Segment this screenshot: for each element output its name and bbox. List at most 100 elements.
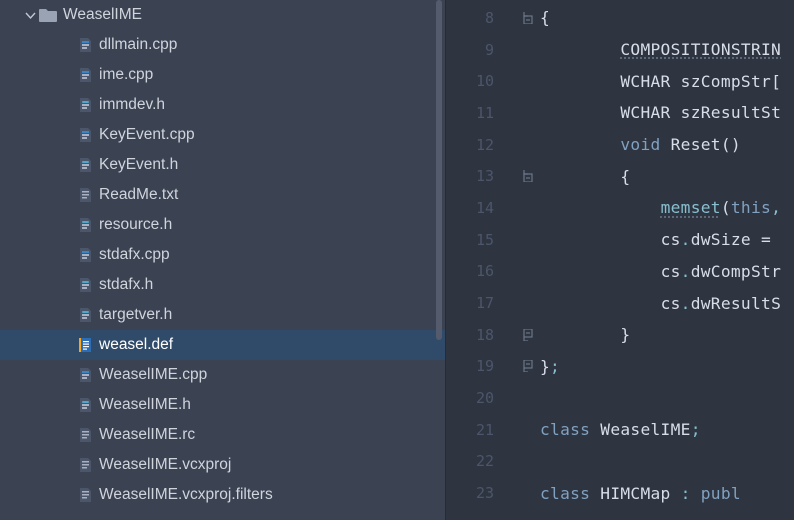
tree-item[interactable]: KeyEvent.cpp	[0, 120, 445, 150]
code-area[interactable]: { COMPOSITIONSTRIN WCHAR szCompStr[ WCHA…	[540, 0, 794, 520]
tree-item[interactable]: targetver.h	[0, 300, 445, 330]
code-line[interactable]: class WeaselIME;	[540, 414, 794, 446]
fold-marker	[516, 192, 540, 224]
line-number: 11	[446, 97, 516, 129]
cpp-file-icon	[77, 127, 93, 143]
code-line[interactable]: void Reset()	[540, 129, 794, 161]
tree-item[interactable]: resource.h	[0, 210, 445, 240]
code-line[interactable]: cs.dwCompStr	[540, 256, 794, 288]
project-tree[interactable]: WeaselIME dllmain.cpp ime.cpp immdev.h KeyE…	[0, 0, 445, 520]
tree-item[interactable]: ReadMe.txt	[0, 180, 445, 210]
txt-file-icon	[77, 187, 93, 203]
tree-item-label: stdafx.cpp	[99, 246, 170, 264]
tree-item[interactable]: WeaselIME.rc	[0, 420, 445, 450]
tree-item-label: dllmain.cpp	[99, 36, 177, 54]
code-line[interactable]: {	[540, 2, 794, 34]
tree-item-label: ReadMe.txt	[99, 186, 178, 204]
gutter: 891011121314151617181920212223	[446, 0, 516, 520]
tree-item-label: stdafx.h	[99, 276, 153, 294]
tree-item-label: weasel.def	[99, 336, 173, 354]
tree-item[interactable]: ime.cpp	[0, 60, 445, 90]
line-number: 22	[446, 446, 516, 478]
def-file-icon	[77, 337, 93, 353]
tree-item[interactable]: weasel.def	[0, 330, 445, 360]
code-line[interactable]: WCHAR szCompStr[	[540, 65, 794, 97]
tree-folder-weaselime[interactable]: WeaselIME	[0, 0, 445, 30]
fold-marker	[516, 224, 540, 256]
tree-item-label: immdev.h	[99, 96, 165, 114]
line-number: 19	[446, 351, 516, 383]
cpp-file-icon	[77, 247, 93, 263]
txt-file-icon	[77, 487, 93, 503]
code-editor[interactable]: 891011121314151617181920212223 { COMPOSI…	[445, 0, 794, 520]
cpp-file-icon	[77, 367, 93, 383]
tree-item[interactable]: dllmain.cpp	[0, 30, 445, 60]
fold-column[interactable]	[516, 0, 540, 520]
line-number: 15	[446, 224, 516, 256]
tree-item[interactable]: stdafx.cpp	[0, 240, 445, 270]
h-file-icon	[77, 217, 93, 233]
h-file-icon	[77, 277, 93, 293]
code-line[interactable]: };	[540, 351, 794, 383]
line-number: 14	[446, 192, 516, 224]
tree-item[interactable]: WeaselIME.cpp	[0, 360, 445, 390]
fold-marker	[516, 256, 540, 288]
line-number: 10	[446, 65, 516, 97]
fold-marker[interactable]	[516, 319, 540, 351]
line-number: 20	[446, 382, 516, 414]
sidebar-scrollbar[interactable]	[436, 0, 442, 340]
fold-marker	[516, 477, 540, 509]
h-file-icon	[77, 307, 93, 323]
line-number: 9	[446, 34, 516, 66]
code-line[interactable]	[540, 382, 794, 414]
line-number: 17	[446, 287, 516, 319]
line-number: 8	[446, 2, 516, 34]
h-file-icon	[77, 157, 93, 173]
folder-icon	[39, 8, 57, 22]
cpp-file-icon	[77, 67, 93, 83]
tree-item-label: KeyEvent.h	[99, 156, 178, 174]
code-line[interactable]: cs.dwResultS	[540, 287, 794, 319]
fold-marker	[516, 414, 540, 446]
line-number: 16	[446, 256, 516, 288]
tree-item[interactable]: immdev.h	[0, 90, 445, 120]
fold-marker	[516, 382, 540, 414]
fold-marker	[516, 287, 540, 319]
fold-marker[interactable]	[516, 351, 540, 383]
code-line[interactable]: cs.dwSize =	[540, 224, 794, 256]
code-line[interactable]: }	[540, 319, 794, 351]
fold-marker	[516, 97, 540, 129]
code-line[interactable]: {	[540, 160, 794, 192]
cpp-file-icon	[77, 37, 93, 53]
code-line[interactable]	[540, 446, 794, 478]
tree-item-label: WeaselIME.rc	[99, 426, 195, 444]
fold-marker	[516, 129, 540, 161]
h-file-icon	[77, 397, 93, 413]
code-line[interactable]: class HIMCMap : publ	[540, 477, 794, 509]
code-line[interactable]: WCHAR szResultSt	[540, 97, 794, 129]
tree-item-label: ime.cpp	[99, 66, 153, 84]
tree-folder-label: WeaselIME	[63, 6, 142, 24]
code-line[interactable]: memset(this,	[540, 192, 794, 224]
fold-marker[interactable]	[516, 160, 540, 192]
tree-item-label: WeaselIME.h	[99, 396, 191, 414]
tree-item[interactable]: stdafx.h	[0, 270, 445, 300]
h-file-icon	[77, 97, 93, 113]
line-number: 21	[446, 414, 516, 446]
tree-item-label: WeaselIME.vcxproj.filters	[99, 486, 273, 504]
line-number: 13	[446, 160, 516, 192]
tree-item[interactable]: KeyEvent.h	[0, 150, 445, 180]
txt-file-icon	[77, 427, 93, 443]
chevron-down-icon[interactable]	[23, 10, 37, 21]
tree-item[interactable]: WeaselIME.h	[0, 390, 445, 420]
txt-file-icon	[77, 457, 93, 473]
tree-item-label: resource.h	[99, 216, 172, 234]
line-number: 12	[446, 129, 516, 161]
code-line[interactable]: COMPOSITIONSTRIN	[540, 34, 794, 66]
tree-item[interactable]: WeaselIME.vcxproj	[0, 450, 445, 480]
tree-item[interactable]: WeaselIME.vcxproj.filters	[0, 480, 445, 510]
line-number: 23	[446, 477, 516, 509]
tree-item-label: targetver.h	[99, 306, 172, 324]
fold-marker	[516, 446, 540, 478]
fold-marker[interactable]	[516, 2, 540, 34]
